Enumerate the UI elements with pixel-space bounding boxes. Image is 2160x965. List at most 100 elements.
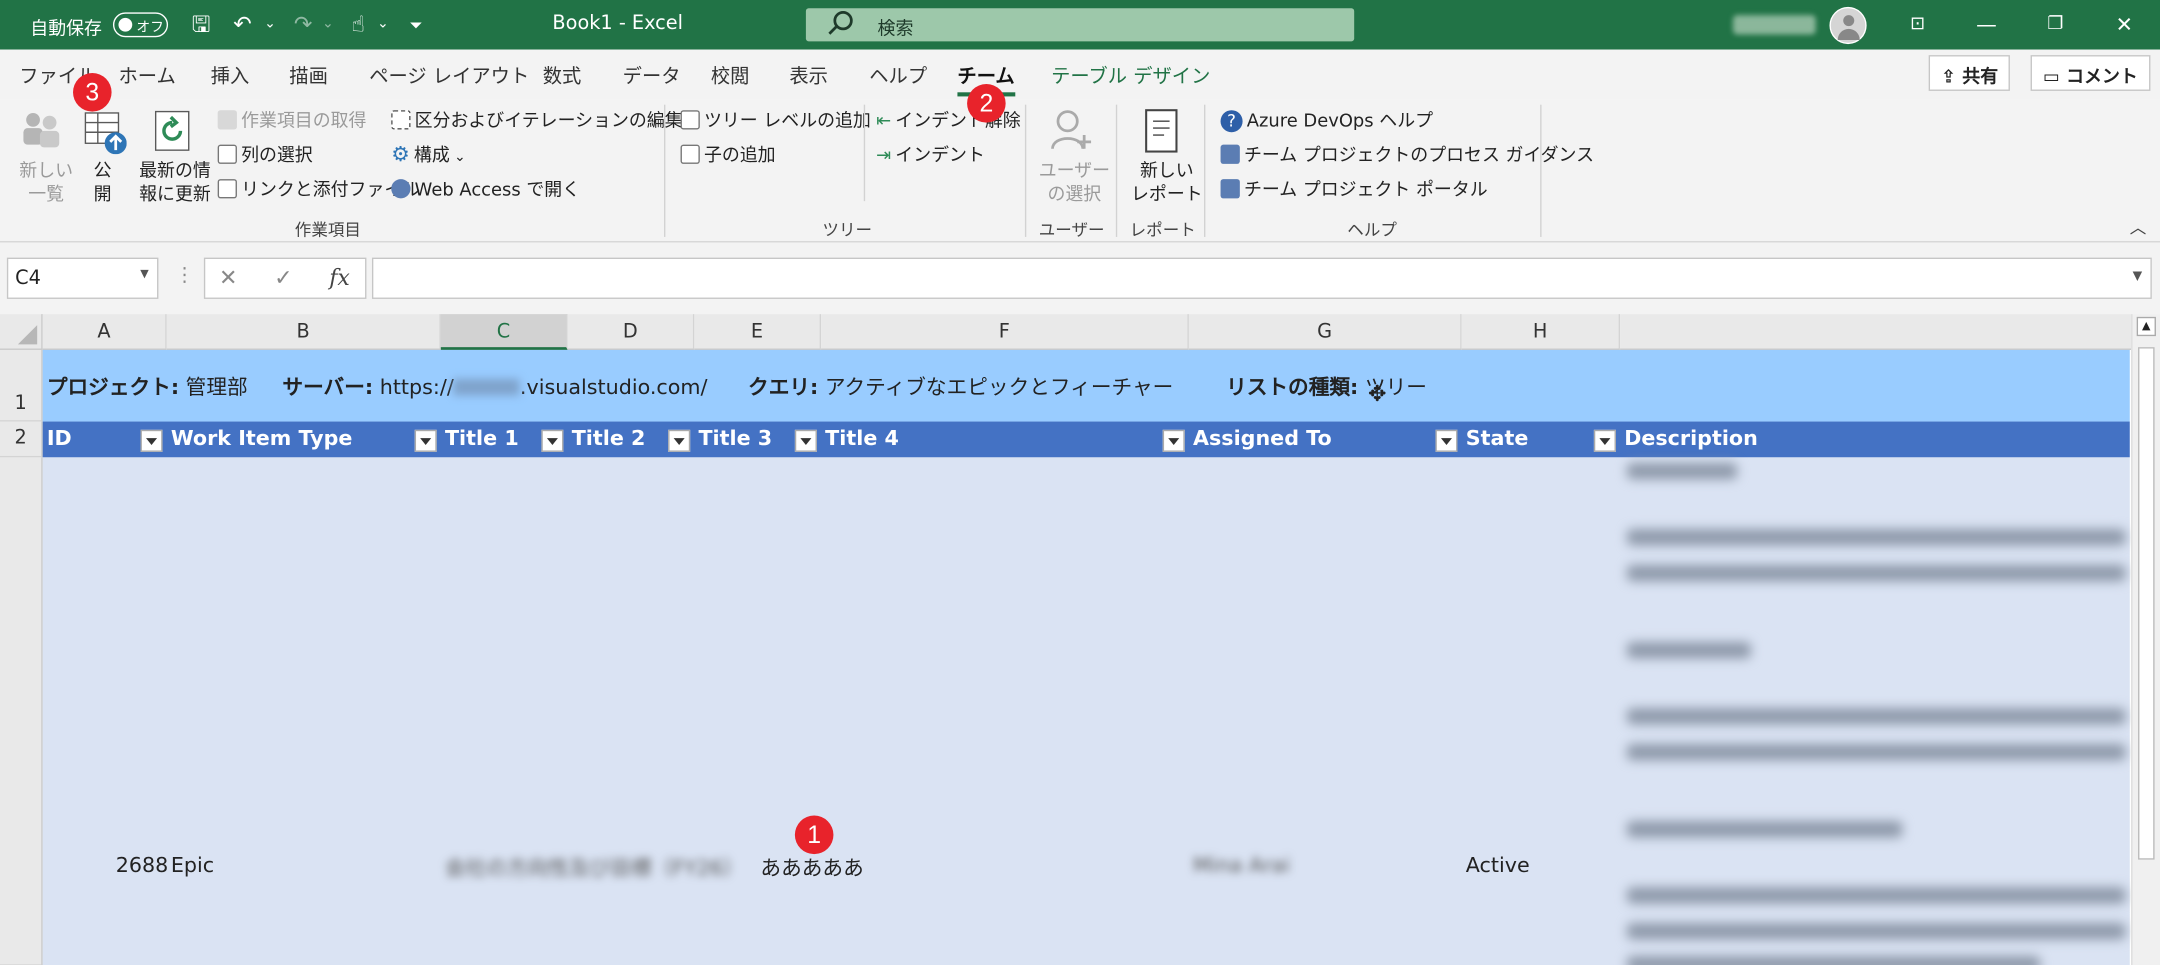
open-web-access-button[interactable]: Web Access で開く — [391, 175, 580, 201]
cancel-icon[interactable]: ✕ — [219, 264, 237, 290]
formula-input[interactable]: ▼ — [371, 257, 2152, 299]
touch-dropdown-icon[interactable]: ⌄ — [369, 11, 397, 39]
publish-button[interactable]: 公 開 — [80, 105, 132, 210]
column-header-a[interactable]: A — [42, 314, 167, 350]
select-all-corner[interactable] — [0, 314, 43, 350]
insert-function-icon[interactable]: fx — [329, 264, 350, 290]
filter-dropdown-icon[interactable] — [794, 429, 817, 452]
header-description: Description — [1624, 425, 1758, 451]
server-prefix: https:// — [379, 374, 454, 400]
minimize-icon[interactable]: — — [1973, 11, 2001, 39]
refresh-button[interactable]: 最新の情 報に更新 — [138, 105, 212, 210]
header-title-3: Title 3 — [698, 425, 773, 451]
save-icon[interactable]: 🖫 — [187, 11, 215, 39]
scroll-thumb[interactable] — [2138, 347, 2155, 860]
chevron-down-icon[interactable]: ▼ — [2133, 270, 2143, 284]
open-web-access-label: Web Access で開く — [414, 180, 581, 202]
tab-insert[interactable]: 挿入 — [211, 62, 250, 90]
row-header-2[interactable]: 2 — [0, 421, 43, 458]
process-guidance-button[interactable]: チーム プロジェクトのプロセス ガイダンス — [1220, 141, 1594, 167]
cell-title-3[interactable]: あああああ — [760, 853, 863, 882]
devops-help-button[interactable]: ? Azure DevOps ヘルプ — [1220, 106, 1433, 133]
search-box[interactable]: 検索 — [805, 8, 1355, 42]
cell-type[interactable]: Epic — [171, 853, 214, 878]
new-list-icon — [23, 112, 60, 148]
cell-assigned-to[interactable]: Mina Arai — [1193, 853, 1290, 878]
touch-mode-icon[interactable]: ☝ — [344, 11, 372, 39]
enter-icon[interactable]: ✓ — [274, 264, 292, 290]
tab-formulas[interactable]: 数式 — [543, 62, 582, 90]
customize-qat-icon[interactable]: ⏷ — [402, 11, 430, 39]
tab-review[interactable]: 校閲 — [711, 62, 750, 90]
filter-dropdown-icon[interactable] — [541, 429, 564, 452]
group-divider — [1115, 104, 1118, 237]
column-header-h[interactable]: H — [1461, 314, 1621, 350]
report-icon — [1145, 109, 1178, 153]
group-divider — [1024, 104, 1027, 237]
new-report-button[interactable]: 新しい レポート — [1127, 105, 1203, 210]
query-info-row[interactable]: プロジェクト: 管理部 サーバー: https:// .visualstudio.… — [42, 349, 2130, 422]
refresh-icon — [154, 110, 190, 151]
filter-dropdown-icon[interactable] — [1593, 429, 1616, 452]
column-header-f[interactable]: F — [821, 314, 1189, 350]
column-header-i[interactable] — [1620, 314, 2132, 350]
row-header-3[interactable] — [0, 457, 43, 965]
column-header-e[interactable]: E — [694, 314, 822, 350]
name-box[interactable]: C4 ▼ — [6, 257, 159, 299]
restore-icon[interactable]: ❐ — [2042, 11, 2070, 39]
redo-icon: ↷ — [293, 11, 313, 38]
configure-button[interactable]: ⚙ 構成 ⌄ — [391, 141, 465, 167]
close-icon[interactable]: ✕ — [2110, 11, 2138, 39]
tab-table-design[interactable]: テーブル デザイン — [1051, 62, 1210, 90]
comment-button[interactable]: ▭ コメント — [2030, 55, 2151, 91]
indent-label: インデント — [895, 146, 985, 167]
avatar[interactable] — [1829, 6, 1867, 45]
column-header-d[interactable]: D — [567, 314, 695, 350]
vertical-scrollbar[interactable]: ▲ — [2131, 314, 2160, 965]
header-title-4: Title 4 — [825, 425, 899, 451]
project-label: プロジェクト: — [46, 374, 180, 400]
header-title-2: Title 2 — [571, 425, 646, 451]
scroll-up-icon[interactable]: ▲ — [2136, 316, 2156, 337]
header-work-item-type: Work Item Type — [170, 425, 353, 451]
table-row[interactable]: 2688 Epic 会社の方向性及び目標（FY26） あああああ Mina Ar… — [42, 457, 2130, 965]
filter-dropdown-icon[interactable] — [1435, 429, 1458, 452]
worksheet-grid[interactable]: A B C D E F G H 1 2 プロジェクト: 管理部 サーバー: ht… — [0, 314, 2160, 965]
cell-id[interactable]: 2688 — [116, 853, 169, 878]
filter-dropdown-icon[interactable] — [414, 429, 437, 452]
tab-home[interactable]: ホーム — [118, 62, 175, 90]
filter-dropdown-icon[interactable] — [1162, 429, 1185, 452]
get-work-items-label: 作業項目の取得 — [241, 111, 367, 133]
column-header-b[interactable]: B — [166, 314, 441, 350]
filter-dropdown-icon[interactable] — [668, 429, 691, 452]
row-header-1[interactable]: 1 — [0, 349, 43, 422]
add-child-button[interactable]: 子の追加 — [680, 141, 776, 167]
chevron-down-icon: ▼ — [140, 267, 149, 280]
cell-title-1[interactable]: 会社の方向性及び目標（FY26） — [445, 853, 744, 882]
tab-draw[interactable]: 描画 — [289, 62, 328, 90]
tab-page-layout[interactable]: ページ レイアウト — [369, 62, 529, 90]
choose-columns-button[interactable]: 列の選択 — [217, 141, 313, 167]
header-assigned-to: Assigned To — [1193, 425, 1332, 451]
share-button[interactable]: ⇪ 共有 — [1928, 55, 2011, 91]
autosave-toggle[interactable]: オフ — [112, 12, 169, 38]
add-tree-level-button[interactable]: ツリー レベルの追加 — [680, 106, 871, 132]
cell-state[interactable]: Active — [1466, 853, 1530, 878]
links-attachments-button[interactable]: リンクと添付ファイル — [217, 175, 420, 201]
collapse-ribbon-icon[interactable]: ︿ — [2130, 215, 2147, 238]
edit-areas-button[interactable]: 区分およびイテレーションの編集 — [391, 106, 683, 132]
column-header-g[interactable]: G — [1188, 314, 1462, 350]
undo-dropdown-icon[interactable]: ⌄ — [256, 11, 284, 39]
tab-help[interactable]: ヘルプ — [869, 62, 927, 90]
tab-view[interactable]: 表示 — [789, 62, 828, 90]
column-header-c[interactable]: C — [440, 314, 568, 350]
step-badge-3: 3 — [73, 73, 112, 112]
ribbon-display-icon[interactable]: ⊡ — [1904, 11, 1932, 39]
list-type-label: リストの種類: — [1226, 374, 1359, 400]
tab-data[interactable]: データ — [623, 62, 681, 90]
project-portal-button[interactable]: チーム プロジェクト ポータル — [1220, 175, 1488, 201]
undo-icon[interactable]: ↶ — [229, 11, 257, 39]
filter-dropdown-icon[interactable] — [140, 429, 163, 452]
team-icon — [1220, 179, 1240, 199]
indent-button[interactable]: ⇥ インデント — [876, 141, 985, 167]
